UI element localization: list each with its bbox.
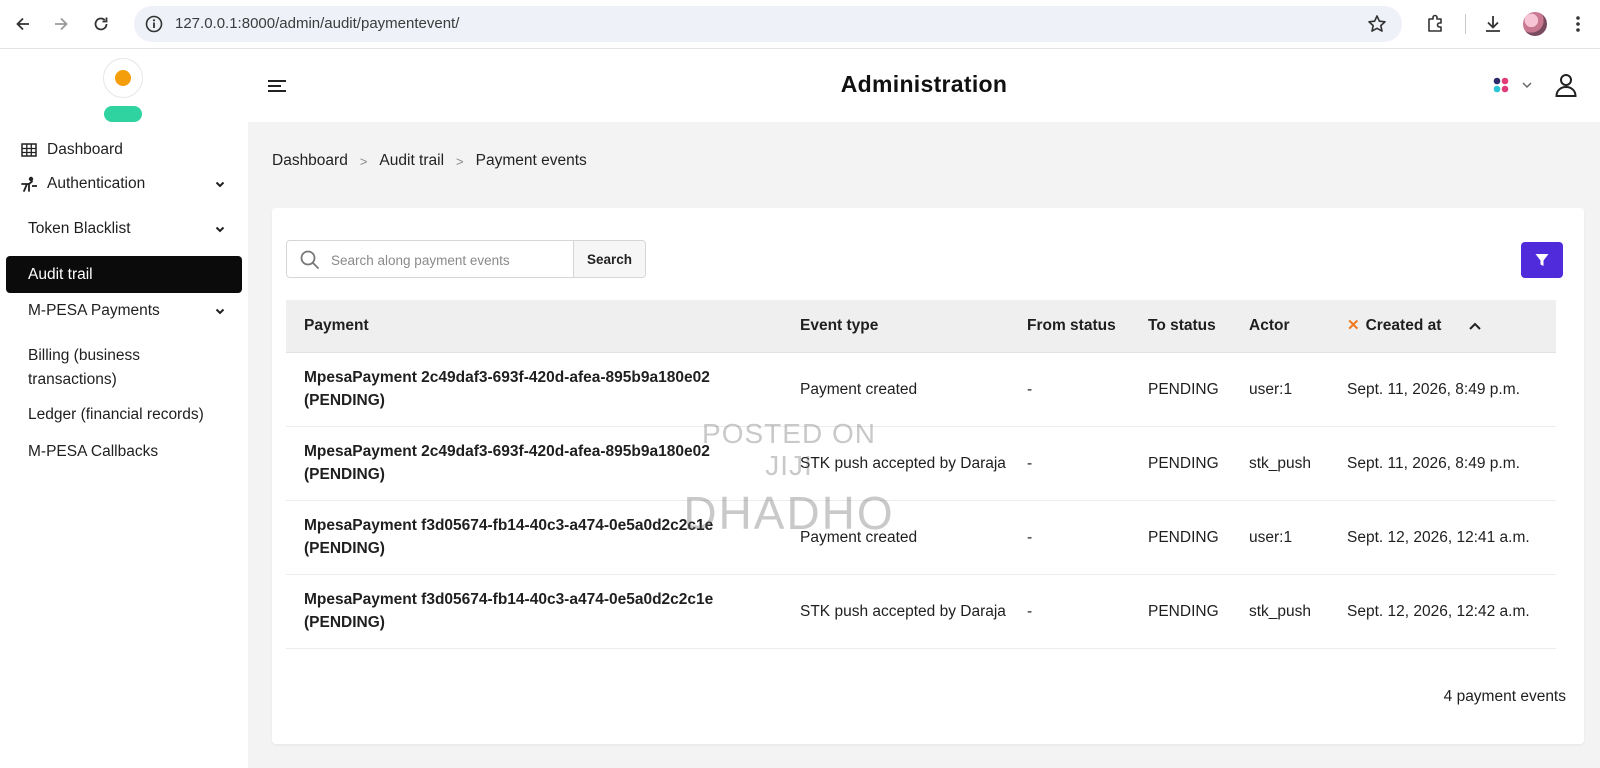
sidebar-item-dashboard[interactable]: Dashboard (6, 132, 242, 168)
cell-event-type: Payment created (782, 352, 1009, 427)
user-icon[interactable] (1553, 72, 1579, 98)
sidebar-item-label: Audit trail (28, 265, 93, 283)
grid-icon (19, 140, 39, 160)
sidebar-item-audit-trail[interactable]: Audit trail (6, 256, 242, 293)
theme-switcher[interactable] (1491, 75, 1539, 97)
sidebar-item-mpesa-callbacks[interactable]: M-PESA Callbacks (6, 434, 242, 470)
cell-payment[interactable]: MpesaPayment f3d05674-fb14-40c3-a474-0e5… (286, 500, 782, 575)
table-header-row: Payment Event type From status To status… (286, 300, 1556, 353)
sidebar-item-authentication[interactable]: Authentication (6, 166, 242, 202)
filter-button[interactable] (1521, 242, 1563, 278)
column-header-to-status[interactable]: To status (1130, 300, 1231, 353)
cell-payment[interactable]: MpesaPayment f3d05674-fb14-40c3-a474-0e5… (286, 574, 782, 649)
sort-ascending-icon[interactable] (1467, 318, 1483, 334)
breadcrumb-audit-trail[interactable]: Audit trail (379, 152, 444, 170)
breadcrumb-payment-events: Payment events (475, 152, 587, 169)
people-icon (19, 174, 39, 194)
back-icon[interactable] (10, 11, 36, 37)
sidebar-item-token-blacklist[interactable]: Token Blacklist (6, 211, 242, 247)
breadcrumb: Dashboard > Audit trail > Payment events (272, 152, 587, 170)
url-text[interactable]: 127.0.0.1:8000/admin/audit/paymentevent/ (175, 15, 459, 32)
cell-from-status: - (1009, 500, 1130, 575)
reload-icon[interactable] (88, 11, 114, 37)
breadcrumb-separator-icon: > (359, 153, 368, 169)
column-header-from-status[interactable]: From status (1009, 300, 1130, 353)
cell-payment[interactable]: MpesaPayment 2c49daf3-693f-420d-afea-895… (286, 426, 782, 501)
search-input[interactable] (331, 249, 561, 271)
site-info-icon[interactable] (144, 14, 164, 34)
table-row[interactable]: MpesaPayment f3d05674-fb14-40c3-a474-0e5… (286, 500, 1556, 575)
search-bar: Search (286, 240, 646, 278)
cell-created-at: Sept. 12, 2026, 12:42 a.m. (1329, 574, 1556, 649)
more-menu-icon[interactable] (1565, 11, 1591, 37)
forward-icon[interactable] (48, 11, 74, 37)
cell-actor: stk_push (1231, 426, 1329, 501)
search-icon (299, 249, 321, 271)
column-header-event-type[interactable]: Event type (782, 300, 1009, 353)
column-header-payment[interactable]: Payment (286, 300, 782, 353)
changelist-card: Search Payment Event type From status To… (272, 208, 1584, 744)
cell-to-status: PENDING (1130, 352, 1231, 427)
sidebar-item-billing[interactable]: Billing (business transactions) (6, 342, 206, 394)
sidebar-item-label: M-PESA Payments (28, 302, 160, 319)
remove-sort-icon[interactable]: ✕ (1347, 317, 1360, 334)
sidebar-item-label: Authentication (47, 175, 146, 192)
results-table: Payment Event type From status To status… (286, 300, 1556, 649)
top-header: Administration (248, 50, 1600, 122)
cell-from-status: - (1009, 426, 1130, 501)
toolbar-divider (1465, 14, 1466, 34)
cell-event-type: Payment created (782, 500, 1009, 575)
cell-actor: user:1 (1231, 352, 1329, 427)
sidebar: Dashboard Authentication Token Blacklist… (0, 50, 248, 768)
cell-event-type: STK push accepted by Daraja (782, 426, 1009, 501)
breadcrumb-dashboard[interactable]: Dashboard (272, 152, 348, 170)
sidebar-item-label: Dashboard (47, 141, 123, 158)
search-button[interactable]: Search (573, 241, 645, 277)
cell-to-status: PENDING (1130, 574, 1231, 649)
sidebar-item-label: Token Blacklist (28, 220, 131, 237)
cell-from-status: - (1009, 574, 1130, 649)
cell-payment[interactable]: MpesaPayment 2c49daf3-693f-420d-afea-895… (286, 352, 782, 427)
column-header-label: Created at (1365, 317, 1442, 335)
downloads-icon[interactable] (1480, 11, 1506, 37)
cell-actor: user:1 (1231, 500, 1329, 575)
filter-icon (1535, 254, 1549, 266)
cell-from-status: - (1009, 352, 1130, 427)
sidebar-item-mpesa-payments[interactable]: M-PESA Payments (6, 293, 242, 329)
sidebar-item-label: Billing (business transactions) (28, 347, 140, 388)
column-header-actor[interactable]: Actor (1231, 300, 1329, 353)
table-row[interactable]: MpesaPayment 2c49daf3-693f-420d-afea-895… (286, 352, 1556, 427)
cell-to-status: PENDING (1130, 426, 1231, 501)
sidebar-item-label: Ledger (financial records) (28, 406, 204, 423)
page-title: Administration (840, 71, 1008, 97)
chevron-down-icon[interactable] (212, 303, 228, 319)
cell-to-status: PENDING (1130, 500, 1231, 575)
chevron-down-icon[interactable] (212, 221, 228, 237)
breadcrumb-separator-icon: > (456, 153, 464, 169)
browser-toolbar: 127.0.0.1:8000/admin/audit/paymentevent/ (0, 0, 1600, 49)
app-logo[interactable] (103, 58, 143, 124)
column-header-created-at[interactable]: ✕ Created at (1329, 300, 1556, 353)
bookmark-star-icon[interactable] (1366, 13, 1388, 35)
chevron-down-icon[interactable] (212, 176, 228, 192)
address-bar[interactable]: 127.0.0.1:8000/admin/audit/paymentevent/ (134, 6, 1402, 42)
cell-created-at: Sept. 11, 2026, 8:49 p.m. (1329, 352, 1556, 427)
cell-created-at: Sept. 11, 2026, 8:49 p.m. (1329, 426, 1556, 501)
sidebar-item-label: M-PESA Callbacks (28, 443, 159, 460)
main-content: Dashboard > Audit trail > Payment events… (248, 122, 1600, 768)
sidebar-item-ledger[interactable]: Ledger (financial records) (6, 397, 242, 433)
cell-created-at: Sept. 12, 2026, 12:41 a.m. (1329, 500, 1556, 575)
cell-actor: stk_push (1231, 574, 1329, 649)
extensions-icon[interactable] (1422, 11, 1448, 37)
result-count: 4 payment events (1443, 688, 1566, 705)
profile-avatar[interactable] (1523, 12, 1547, 36)
table-row[interactable]: MpesaPayment f3d05674-fb14-40c3-a474-0e5… (286, 574, 1556, 649)
cell-event-type: STK push accepted by Daraja (782, 574, 1009, 649)
table-row[interactable]: MpesaPayment 2c49daf3-693f-420d-afea-895… (286, 426, 1556, 501)
